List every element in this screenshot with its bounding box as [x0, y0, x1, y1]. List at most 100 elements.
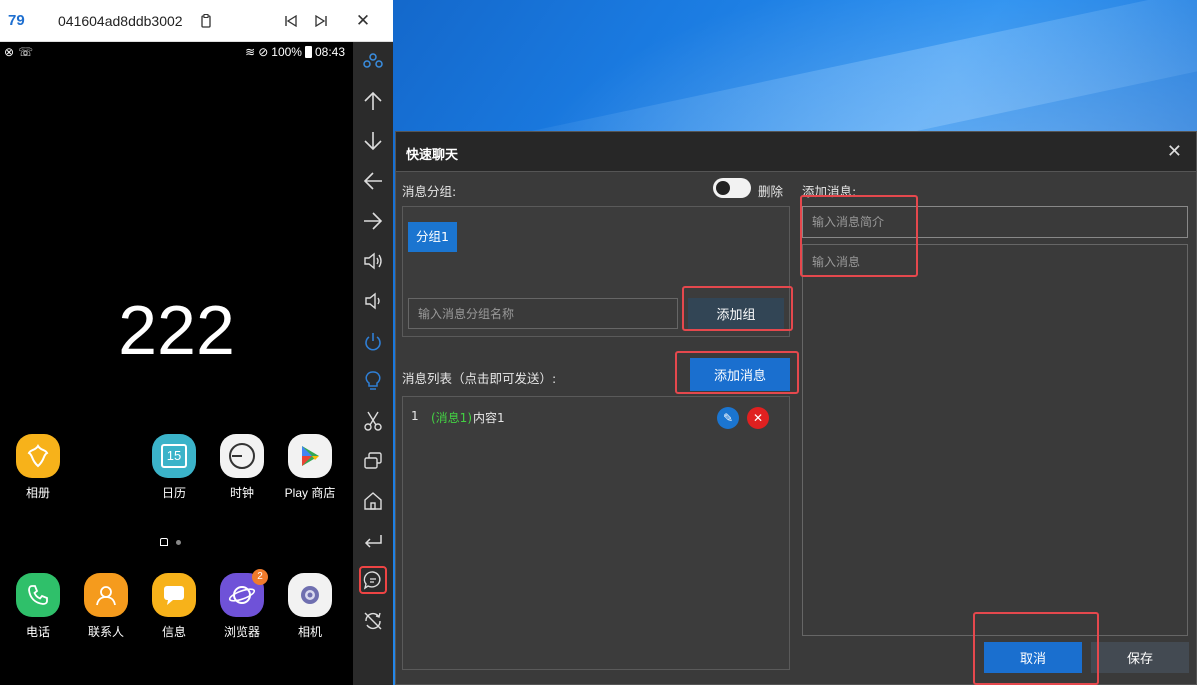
message-icon [152, 573, 196, 617]
tool-power[interactable] [359, 328, 387, 356]
message-content: 内容1 [473, 411, 505, 425]
app-browser[interactable]: 2 浏览器 [207, 569, 277, 640]
tool-quick-chat[interactable] [359, 566, 387, 594]
phone-titlebar: 79 041604ad8ddb3002 ✕ [0, 0, 393, 42]
copy-icon[interactable] [196, 13, 216, 28]
close-icon[interactable]: ✕ [1167, 141, 1182, 162]
calendar-icon: 15 [152, 434, 196, 478]
group-name-input[interactable] [408, 298, 678, 329]
message-index: 1 [411, 409, 419, 423]
app-play-store[interactable]: Play 商店 [275, 434, 345, 501]
notification-badge: 2 [252, 569, 268, 585]
device-id: 79 [8, 12, 25, 29]
dialog-titlebar: 快速聊天 ✕ [396, 132, 1196, 172]
app-camera[interactable]: 相机 [275, 573, 345, 640]
message-summary-input[interactable] [802, 206, 1188, 238]
add-group-button[interactable]: 添加组 [688, 298, 784, 329]
flower-icon [16, 434, 60, 478]
tool-screenshot[interactable] [359, 407, 387, 435]
tool-right[interactable] [359, 207, 387, 235]
app-label: 电话 [25, 625, 50, 639]
app-gallery[interactable]: 相册 [3, 434, 73, 501]
group-section-label: 消息分组: [402, 184, 457, 199]
delete-icon[interactable]: ✕ [747, 407, 769, 429]
call-icon: ☏ [18, 45, 34, 59]
chat-bubble-icon [363, 571, 381, 590]
tool-sync[interactable] [359, 607, 387, 635]
browser-icon: 2 [220, 569, 268, 617]
group-panel: 分组1 添加组 [402, 206, 790, 337]
phone-mirror-window: 79 041604ad8ddb3002 ✕ ⊗ ☏ ≋ ⊘ 100% 08:43 [0, 0, 393, 685]
app-label: 日历 [161, 486, 186, 500]
message-list-panel: 1 (消息1) 内容1 ✎ ✕ [402, 396, 790, 670]
play-store-icon [288, 434, 332, 478]
app-label: 信息 [161, 625, 186, 639]
close-window-icon[interactable]: ✕ [348, 11, 378, 31]
block-icon: ⊘ [258, 45, 269, 59]
list-item[interactable]: 1 (消息1) 内容1 ✎ ✕ [411, 407, 781, 429]
home-page-indicator-icon [160, 538, 168, 546]
skip-last-icon[interactable] [306, 14, 336, 27]
battery-percent: 100% [271, 45, 302, 59]
edit-icon[interactable]: ✎ [717, 407, 739, 429]
save-button[interactable]: 保存 [1091, 642, 1189, 673]
app-label: Play 商店 [284, 486, 336, 500]
arrow-left-icon [363, 172, 382, 190]
tool-group[interactable] [359, 48, 387, 76]
camera-icon [288, 573, 332, 617]
scissors-icon [364, 411, 382, 431]
app-label: 相册 [25, 486, 50, 500]
return-icon [364, 535, 382, 548]
tool-left[interactable] [359, 167, 387, 195]
app-messages[interactable]: 信息 [139, 573, 209, 640]
skip-first-icon[interactable] [276, 14, 306, 27]
phone-icon [16, 573, 60, 617]
tool-light[interactable] [359, 367, 387, 395]
tool-multi-window[interactable] [359, 447, 387, 475]
app-calendar[interactable]: 15 日历 [139, 434, 209, 501]
wifi-icon: ≋ [245, 45, 256, 59]
group-tag[interactable]: 分组1 [408, 222, 457, 252]
message-body-input[interactable] [802, 244, 1188, 636]
side-toolbar [353, 42, 393, 685]
add-message-button[interactable]: 添加消息 [690, 358, 790, 391]
app-phone[interactable]: 电话 [3, 573, 73, 640]
delete-toggle[interactable] [713, 178, 751, 198]
windows-icon [364, 452, 382, 469]
dialog-title: 快速聊天 [406, 148, 459, 163]
arrow-up-icon [364, 91, 382, 110]
cancel-button[interactable]: 取消 [984, 642, 1082, 673]
status-bar: ⊗ ☏ ≋ ⊘ 100% 08:43 [0, 42, 353, 64]
tool-up[interactable] [359, 87, 387, 115]
status-time: 08:43 [314, 45, 345, 59]
tool-back[interactable] [359, 527, 387, 555]
tool-volume-down[interactable] [359, 287, 387, 315]
app-label: 时钟 [229, 486, 254, 500]
app-label: 相机 [297, 625, 322, 639]
app-label: 浏览器 [223, 625, 260, 639]
battery-icon [304, 46, 312, 58]
contact-icon [84, 573, 128, 617]
quick-chat-dialog: 快速聊天 ✕ 消息分组: 删除 分组1 添加组 消息列表（点击即可发送）: 添加… [395, 131, 1197, 685]
people-icon [363, 53, 383, 68]
arrow-right-icon [364, 212, 383, 230]
app-contacts[interactable]: 联系人 [71, 573, 141, 640]
toggle-knob [716, 181, 730, 195]
page-dot [176, 539, 181, 545]
sync-off-icon [364, 612, 382, 630]
clock-icon [220, 434, 264, 478]
tool-home[interactable] [359, 487, 387, 515]
app-clock[interactable]: 时钟 [207, 434, 277, 501]
home-icon [364, 492, 382, 510]
tool-down[interactable] [359, 127, 387, 155]
phone-screen[interactable]: ⊗ ☏ ≋ ⊘ 100% 08:43 222 相册 15 日历 时钟 Play … [0, 42, 353, 685]
delete-toggle-label: 删除 [758, 184, 784, 199]
message-list-label: 消息列表（点击即可发送）: [402, 371, 557, 386]
page-indicator[interactable] [160, 538, 181, 546]
app-label: 联系人 [87, 625, 124, 639]
device-serial: 041604ad8ddb3002 [58, 12, 183, 29]
volume-up-icon [364, 252, 382, 270]
add-message-section-label: 添加消息: [802, 184, 857, 199]
tool-volume-up[interactable] [359, 247, 387, 275]
clock-widget[interactable]: 222 [0, 290, 353, 370]
